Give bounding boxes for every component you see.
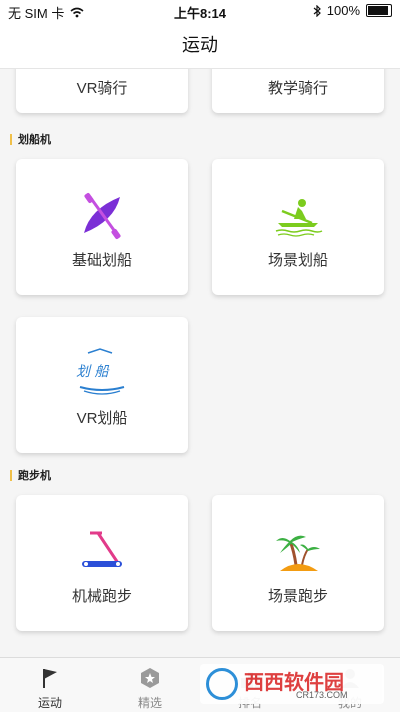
section-accent-bar	[10, 133, 12, 145]
tab-sport[interactable]: 运动	[0, 658, 100, 712]
battery-percent: 100%	[326, 3, 360, 18]
tab-label: 精选	[137, 696, 162, 710]
tab-featured[interactable]: 精选	[100, 658, 200, 712]
watermark: 西西软件园 CR173.COM	[200, 664, 384, 704]
card-scene-rowing[interactable]: 场景划船	[212, 159, 384, 295]
kayak-paddle-icon	[84, 192, 121, 240]
palm-island-icon	[276, 535, 320, 571]
section-title-text: 划船机	[18, 134, 51, 146]
card-mechanical-running[interactable]: 机械跑步	[16, 495, 188, 631]
tab-label: 运动	[37, 696, 62, 710]
card-vr-rowing[interactable]: 划 船 VR划船	[16, 317, 188, 453]
card-label: 机械跑步	[71, 588, 132, 605]
card-label: 教学骑行	[267, 80, 328, 97]
card-teaching-cycling[interactable]: 教学骑行	[212, 69, 384, 113]
card-label: VR划船	[76, 410, 128, 427]
page-title: 运动	[0, 22, 400, 69]
card-basic-rowing[interactable]: 基础划船	[16, 159, 188, 295]
card-label: 基础划船	[71, 252, 132, 269]
rower-on-water-icon	[275, 199, 323, 237]
status-bar: 无 SIM 卡 上午8:14 100%	[0, 0, 400, 22]
flag-icon	[43, 669, 57, 688]
card-scene-running[interactable]: 场景跑步	[212, 495, 384, 631]
battery-icon	[366, 4, 392, 17]
section-accent-bar	[10, 469, 12, 481]
content-scroll[interactable]: VR骑行 教学骑行 划船机 基础划船 场景划船 划 船 VR划船 跑步机 机械跑…	[0, 69, 400, 657]
section-title-treadmill: 跑步机	[10, 467, 51, 483]
watermark-logo-icon	[206, 668, 238, 700]
card-label: 场景跑步	[267, 588, 328, 605]
vr-rowing-logo-icon: 划 船	[74, 343, 130, 399]
star-badge-icon	[141, 668, 159, 688]
card-label: 场景划船	[267, 252, 328, 269]
status-right: 100%	[313, 3, 392, 18]
card-vr-cycling[interactable]: VR骑行	[16, 69, 188, 113]
section-title-text: 跑步机	[18, 470, 51, 482]
section-title-rowing: 划船机	[10, 131, 51, 147]
treadmill-icon	[82, 531, 122, 567]
card-label: VR骑行	[76, 80, 128, 97]
vr-rowing-logo-text: 划 船	[76, 364, 109, 380]
watermark-url: CR173.COM	[296, 690, 348, 700]
bluetooth-icon	[313, 4, 321, 17]
